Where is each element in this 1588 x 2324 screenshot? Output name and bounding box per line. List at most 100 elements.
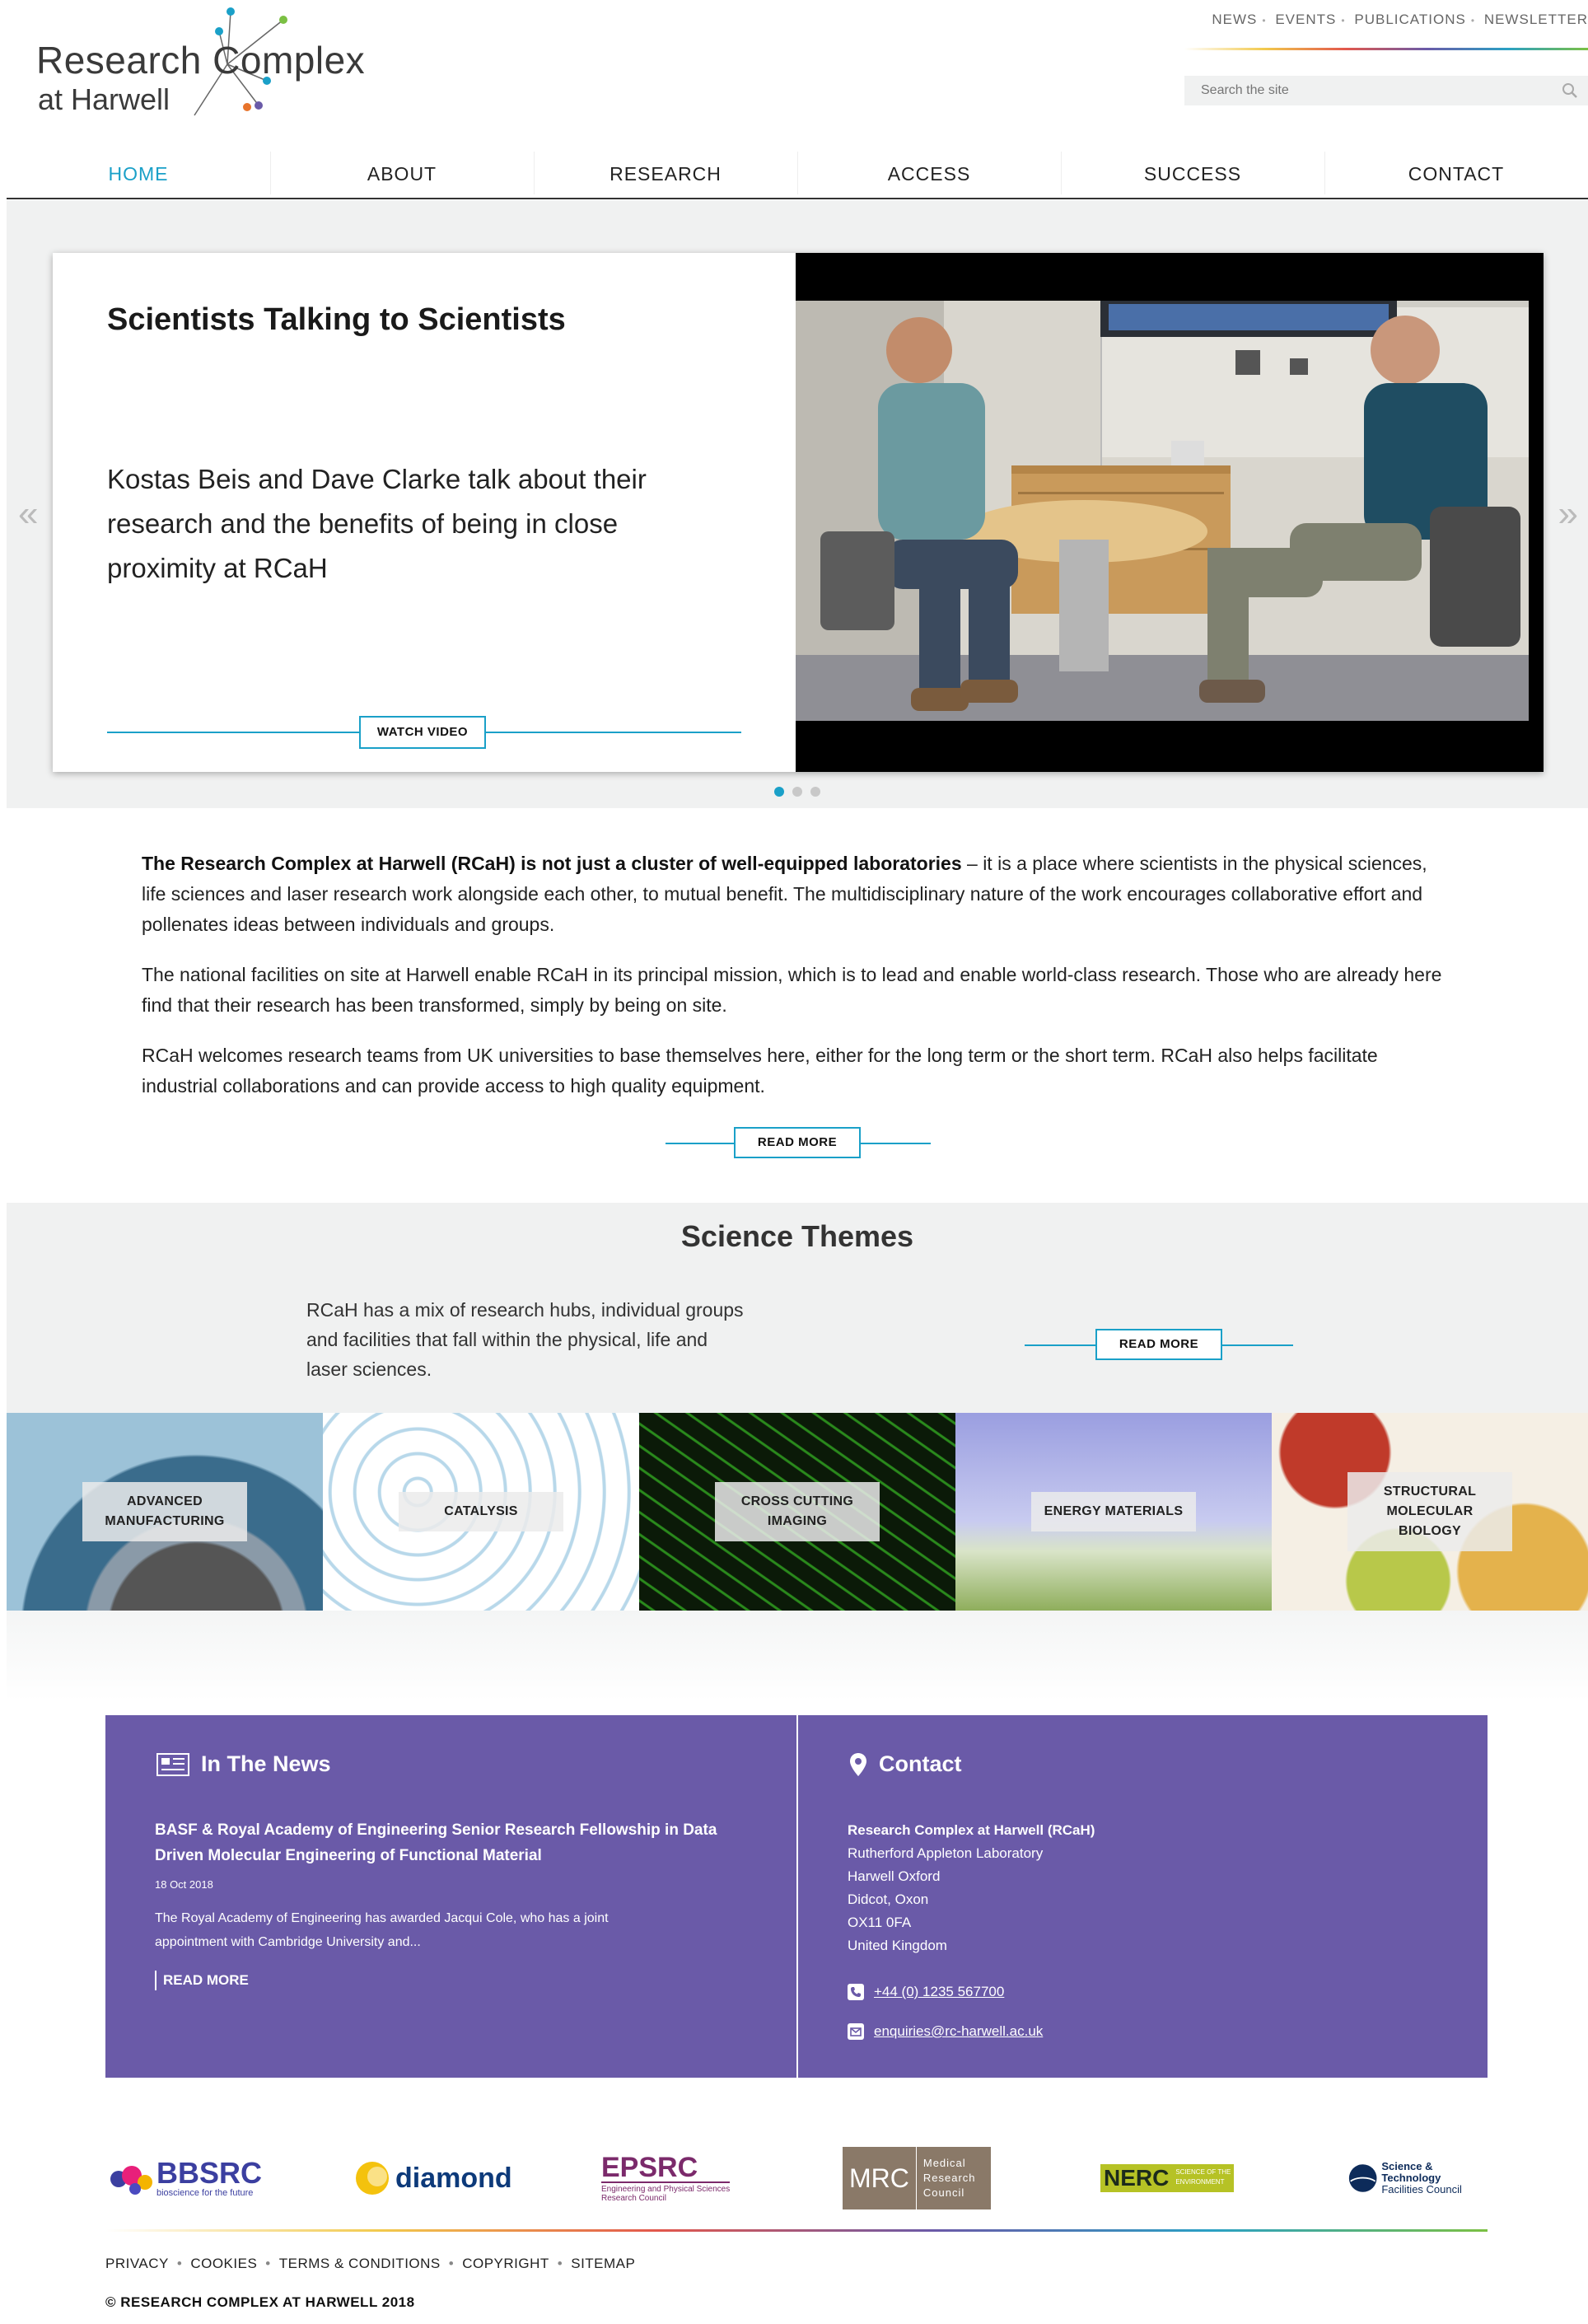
carousel-slide: Scientists Talking to Scientists Kostas … [53, 253, 1544, 772]
bbsrc-logo[interactable]: BBSRC bioscience for the future [105, 2147, 262, 2209]
search-icon[interactable] [1562, 82, 1578, 99]
nav-success[interactable]: SUCCESS [1061, 148, 1324, 198]
nerc-logo[interactable]: NERC SCIENCE OF THE ENVIRONMENT [1100, 2147, 1235, 2209]
mrc-tagline-1: Medical [922, 2157, 966, 2169]
news-article-date: 18 Oct 2018 [155, 1878, 213, 1891]
mrc-tagline-2: Research [922, 2172, 976, 2184]
stfc-name-1: Science & Technology [1381, 2160, 1441, 2184]
stfc-name-2: Facilities Council [1381, 2183, 1462, 2195]
search-box [1184, 76, 1588, 105]
nav-about[interactable]: ABOUT [270, 148, 534, 198]
nav-research[interactable]: RESEARCH [534, 148, 797, 198]
watch-video-button[interactable]: WATCH VIDEO [359, 716, 486, 749]
nerc-tagline-2: ENVIRONMENT [1175, 2178, 1225, 2186]
mrc-logo[interactable]: MRC Medical Research Council [843, 2147, 991, 2209]
theme-tile-structural-molecular-biology[interactable]: STRUCTURAL MOLECULAR BIOLOGY [1272, 1413, 1588, 1611]
intro-text: The Research Complex at Harwell (RCaH) i… [142, 849, 1451, 1121]
contact-phone-link[interactable]: +44 (0) 1235 567700 [874, 1984, 1004, 2000]
mrc-wordmark: MRC [843, 2147, 917, 2209]
footer-link-privacy[interactable]: PRIVACY [105, 2256, 169, 2272]
intro-paragraph-2: The national facilities on site at Harwe… [142, 964, 1442, 1016]
diamond-wordmark: diamond [395, 2162, 512, 2194]
footer-links: PRIVACY COOKIES TERMS & CONDITIONS COPYR… [105, 2256, 635, 2272]
theme-tile-label: CROSS CUTTING IMAGING [715, 1482, 880, 1541]
news-article-excerpt: The Royal Academy of Engineering has awa… [155, 1911, 609, 1949]
footer-link-copyright[interactable]: COPYRIGHT [441, 2256, 549, 2272]
utility-nav-events[interactable]: EVENTS [1257, 12, 1336, 30]
science-themes: Science Themes RCaH has a mix of researc… [7, 1203, 1588, 1417]
logo-line-1: Research Complex [36, 39, 366, 82]
science-themes-title: Science Themes [680, 1219, 914, 1253]
news-article-title[interactable]: BASF & Royal Academy of Engineering Seni… [155, 1817, 731, 1868]
carousel-dot-1[interactable] [774, 787, 784, 797]
rainbow-divider [1184, 48, 1588, 50]
address-line: Rutherford Appleton Laboratory [848, 1845, 1044, 1861]
address-line: United Kingdom [848, 1938, 947, 1953]
location-pin-icon [850, 1752, 866, 1776]
search-input[interactable] [1184, 76, 1539, 105]
phone-icon [848, 1984, 864, 2000]
nav-home[interactable]: HOME [7, 148, 270, 198]
theme-tile-label: STRUCTURAL MOLECULAR BIOLOGY [1347, 1472, 1512, 1551]
slide-description: Kostas Beis and Dave Clarke talk about t… [107, 464, 647, 583]
contact-email-link[interactable]: enquiries@rc-harwell.ac.uk [874, 2023, 1043, 2040]
footer-link-cookies[interactable]: COOKIES [169, 2256, 257, 2272]
news-read-more-link[interactable]: READ MORE [155, 1971, 249, 1990]
newspaper-icon [156, 1752, 189, 1776]
main-nav: HOME ABOUT RESEARCH ACCESS SUCCESS CONTA… [7, 148, 1588, 199]
intro-paragraph-1: The Research Complex at Harwell (RCaH) i… [142, 849, 1451, 940]
section-fade [7, 1611, 1588, 1701]
theme-tile-energy-materials[interactable]: ENERGY MATERIALS [955, 1413, 1272, 1611]
intro-read-more-button[interactable]: READ MORE [734, 1127, 861, 1158]
stfc-logo[interactable]: Science & Technology Facilities Council [1347, 2147, 1488, 2209]
address-line: Harwell Oxford [848, 1868, 941, 1884]
contact-heading: Contact [849, 1751, 962, 1777]
news-panel: In The News BASF & Royal Academy of Engi… [105, 1715, 796, 2078]
nerc-tagline-1: SCIENCE OF THE [1175, 2168, 1231, 2176]
theme-tile-label: ENERGY MATERIALS [1031, 1492, 1196, 1531]
carousel-dot-2[interactable] [792, 787, 802, 797]
theme-tile-catalysis[interactable]: CATALYSIS [323, 1413, 639, 1611]
utility-nav-newsletter[interactable]: NEWSLETTER [1466, 12, 1588, 30]
contact-address: Research Complex at Harwell (RCaH) Ruthe… [848, 1819, 1095, 1957]
carousel-prev-arrow[interactable]: « [18, 493, 38, 535]
contact-panel: Contact Research Complex at Harwell (RCa… [796, 1715, 1488, 2078]
contact-email: enquiries@rc-harwell.ac.uk [848, 2023, 1043, 2040]
footer-panels: In The News BASF & Royal Academy of Engi… [105, 1715, 1488, 2078]
diamond-logo[interactable]: diamond [353, 2147, 512, 2209]
copyright-notice: © RESEARCH COMPLEX AT HARWELL 2018 [105, 2294, 415, 2310]
carousel-pagination [774, 787, 820, 797]
mrc-tagline-3: Council [922, 2186, 965, 2199]
diamond-sun-mark [356, 2162, 389, 2195]
bbsrc-wordmark: BBSRC [156, 2156, 263, 2190]
epsrc-tagline-1: Engineering and Physical Sciences [601, 2185, 731, 2194]
theme-tile-advanced-manufacturing[interactable]: ADVANCED MANUFACTURING [7, 1413, 323, 1611]
utility-nav-publications[interactable]: PUBLICATIONS [1336, 12, 1465, 30]
address-line: OX11 0FA [848, 1915, 912, 1930]
footer-link-terms[interactable]: TERMS & CONDITIONS [257, 2256, 441, 2272]
nerc-wordmark: NERC [1104, 2165, 1170, 2191]
intro-lead: The Research Complex at Harwell (RCaH) i… [142, 853, 962, 874]
email-icon [848, 2023, 864, 2040]
address-line: Didcot, Oxon [848, 1891, 929, 1907]
epsrc-tagline-2: Research Council [601, 2194, 666, 2203]
utility-nav-news[interactable]: NEWS [1193, 12, 1257, 28]
themes-read-more-button[interactable]: READ MORE [1095, 1329, 1222, 1360]
logo-line-2: at Harwell [38, 82, 170, 116]
epsrc-wordmark: EPSRC [601, 2153, 731, 2183]
contact-org-name: Research Complex at Harwell (RCaH) [848, 1822, 1095, 1838]
epsrc-logo[interactable]: EPSRC Engineering and Physical Sciences … [601, 2147, 731, 2209]
bbsrc-tagline: bioscience for the future [156, 2188, 254, 2198]
carousel-dot-3[interactable] [810, 787, 820, 797]
rainbow-divider [105, 2229, 1488, 2232]
video-player[interactable] [796, 253, 1544, 772]
intro-paragraph-3: RCaH welcomes research teams from UK uni… [142, 1045, 1378, 1097]
site-logo[interactable]: Research Complex at Harwell [36, 7, 382, 122]
partner-logos: BBSRC bioscience for the future diamond … [105, 2147, 1488, 2209]
news-heading: In The News [156, 1751, 331, 1777]
footer-link-sitemap[interactable]: SITEMAP [549, 2256, 636, 2272]
nav-contact[interactable]: CONTACT [1324, 148, 1588, 198]
carousel-next-arrow[interactable]: » [1558, 493, 1578, 535]
nav-access[interactable]: ACCESS [797, 148, 1061, 198]
theme-tile-cross-cutting-imaging[interactable]: CROSS CUTTING IMAGING [639, 1413, 955, 1611]
